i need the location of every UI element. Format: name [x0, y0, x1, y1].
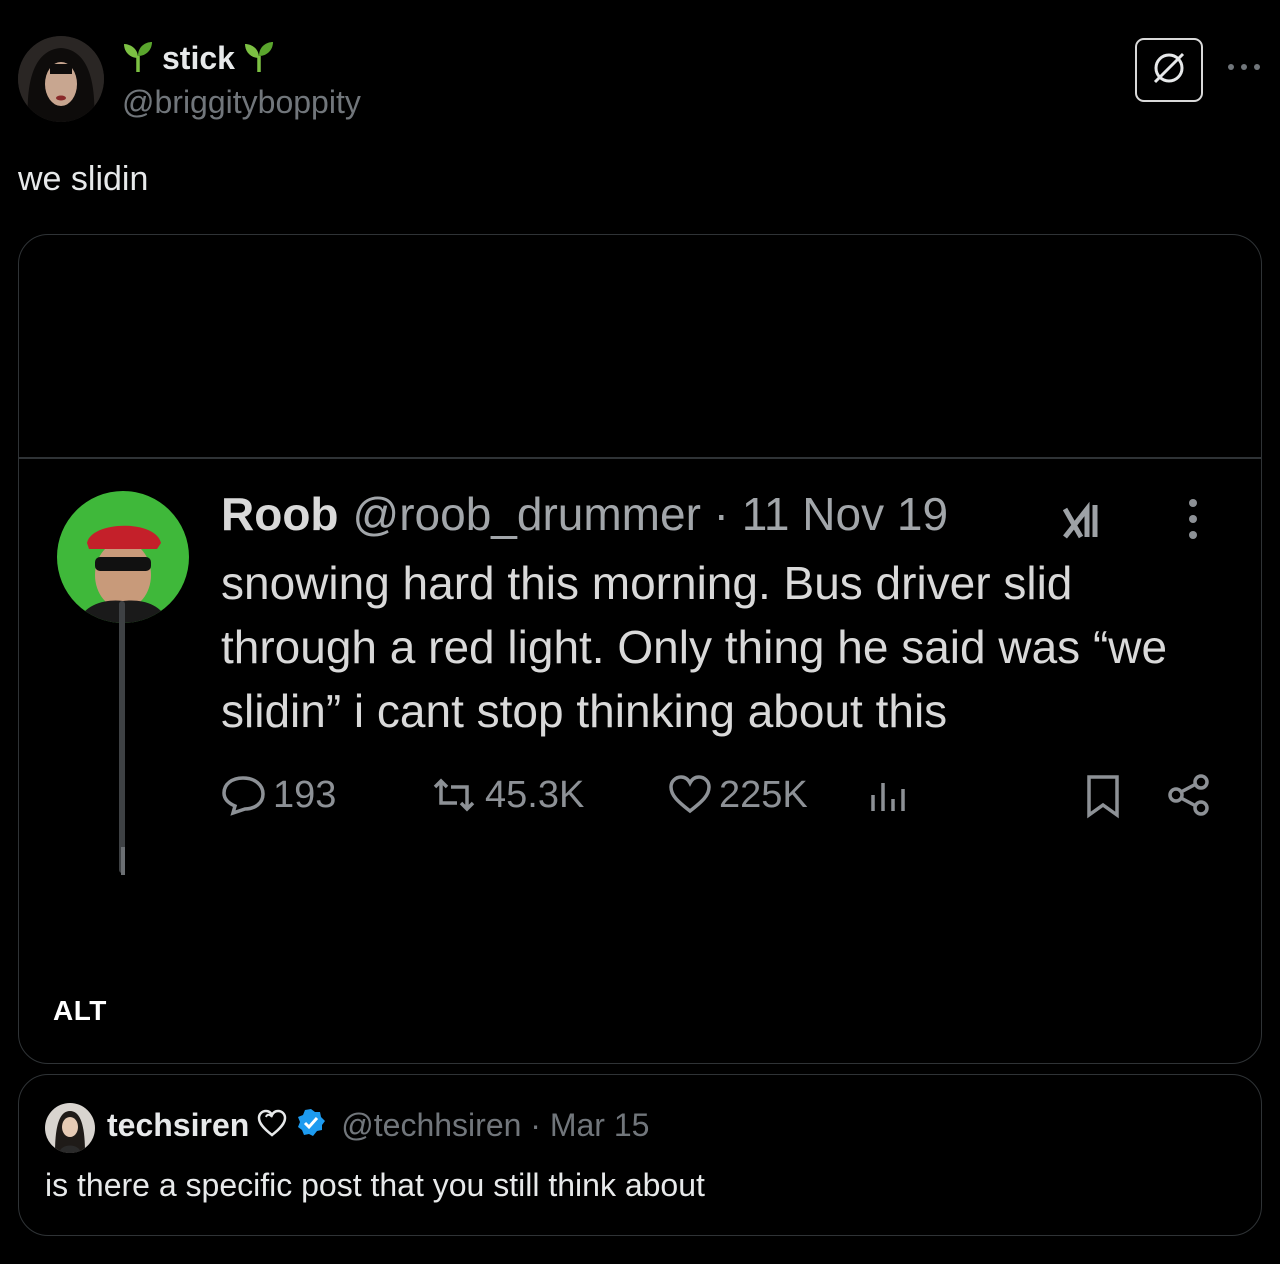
quoted-display-name: techsiren [107, 1107, 250, 1143]
author-display-name: stick [162, 40, 235, 76]
thread-line-tail [121, 847, 125, 875]
reply-stat: 193 [221, 773, 336, 817]
post-text: we slidin [18, 160, 149, 198]
share-icon [1167, 773, 1211, 817]
quoted-avatar [45, 1103, 95, 1153]
repost-icon [429, 773, 479, 817]
screenshot-handle-date: @roob_drummer · 11 Nov 19 [352, 488, 949, 540]
author-avatar[interactable] [18, 36, 104, 122]
media-image[interactable]: Roob @roob_drummer · 11 Nov 19 snowing h… [18, 234, 1262, 1064]
quoted-post[interactable]: techsiren @techhsiren · Mar 15 is there … [18, 1074, 1262, 1236]
x-logo-icon [1062, 501, 1109, 541]
more-options-button[interactable] [1224, 52, 1264, 82]
author-name-row[interactable]: stick [122, 38, 275, 79]
screenshot-actions: 193 45.3K 225K [221, 773, 1211, 823]
heart-emoji-icon [257, 1108, 287, 1143]
like-count: 225K [719, 773, 808, 816]
quoted-handle-date: @techhsiren · Mar 15 [341, 1107, 650, 1143]
seedling-icon [122, 38, 154, 79]
grok-icon [1149, 48, 1189, 93]
bookmark-stat [1083, 773, 1123, 819]
screenshot-header: Roob @roob_drummer · 11 Nov 19 [221, 487, 948, 541]
verified-badge-icon [295, 1107, 327, 1144]
image-divider [19, 457, 1261, 459]
bookmark-icon [1083, 773, 1123, 819]
alt-text-badge[interactable]: ALT [53, 995, 107, 1027]
repost-stat: 45.3K [429, 773, 584, 817]
views-stat [869, 773, 909, 817]
more-vertical-icon [1187, 497, 1199, 541]
reply-count: 193 [273, 773, 337, 816]
reply-icon [221, 773, 267, 817]
thread-line [119, 601, 125, 873]
grok-button[interactable] [1135, 38, 1203, 102]
like-icon [667, 773, 713, 817]
author-handle[interactable]: @briggityboppity [122, 84, 361, 121]
seedling-icon [243, 38, 275, 79]
more-horizontal-icon [1227, 58, 1261, 76]
views-icon [869, 773, 909, 817]
share-stat [1167, 773, 1211, 817]
like-stat: 225K [667, 773, 808, 817]
quoted-header: techsiren @techhsiren · Mar 15 [107, 1107, 649, 1144]
quoted-text: is there a specific post that you still … [45, 1167, 705, 1203]
repost-count: 45.3K [485, 773, 585, 816]
screenshot-tweet-text: snowing hard this morning. Bus driver sl… [221, 557, 1168, 737]
screenshot-name: Roob [221, 488, 339, 540]
